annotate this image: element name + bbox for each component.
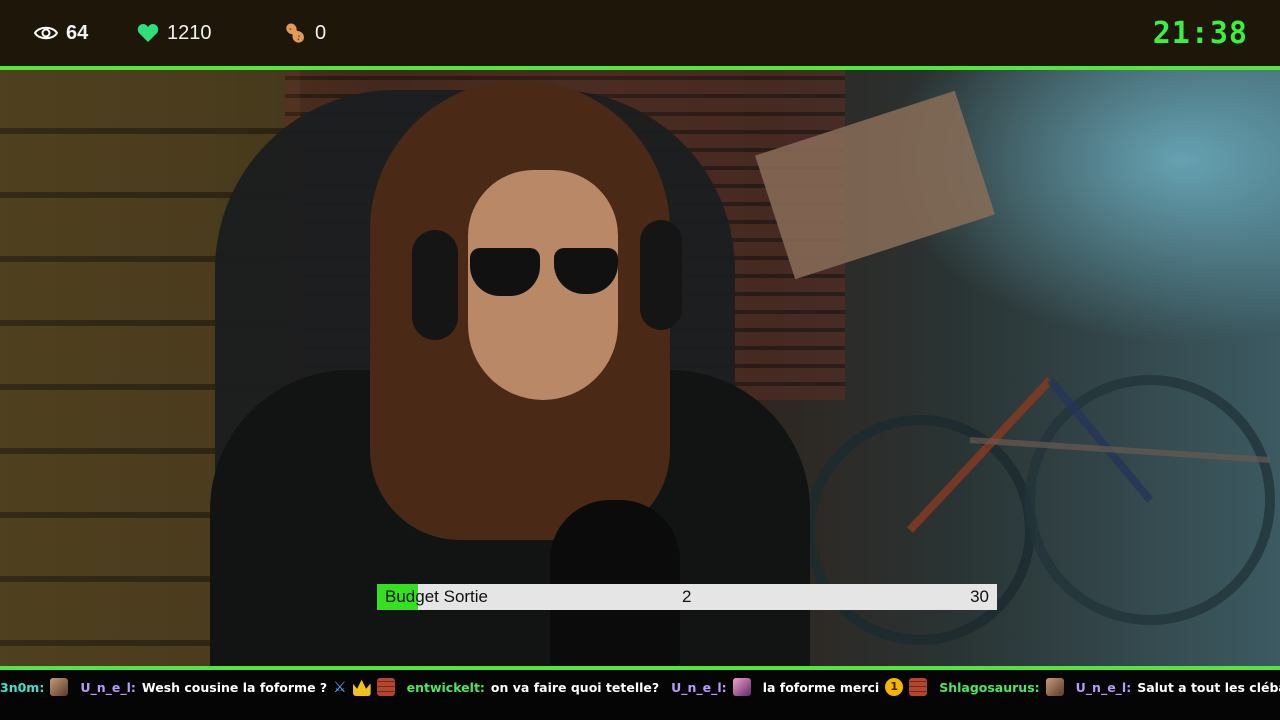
chat-text: la foforme merci — [762, 679, 880, 695]
headphone-right-cup — [640, 220, 682, 330]
goal-current-value: 2 — [682, 587, 692, 606]
chat-message: Shlagosaurus: — [939, 678, 1069, 696]
viewer-count-value: 64 — [66, 21, 89, 44]
chat-text: on va faire quoi tetelle? — [490, 679, 660, 695]
chat-ticker-track: 3n0m: U_n_e_l: Wesh cousine la foforme ? ⚔ e… — [0, 676, 1280, 698]
heart-icon — [137, 23, 159, 43]
peanut-icon — [283, 21, 307, 45]
brick-emote-icon — [909, 678, 928, 696]
coin-emote-icon: 1 — [885, 678, 904, 696]
chat-username: entwickelt: — [406, 679, 485, 695]
chat-username: U_n_e_l: — [671, 679, 727, 695]
webcam-video — [0, 70, 1280, 666]
stream-stats-bar: 64 1210 0 21:38 — [0, 0, 1280, 66]
chat-message: U_n_e_l: Wesh cousine la foforme ? ⚔ — [80, 678, 400, 696]
goal-label: Budget Sortie — [385, 587, 489, 606]
goal-target-value: 30 — [970, 587, 989, 606]
chat-text: Wesh cousine la foforme ? — [141, 679, 328, 695]
crown-emote-icon — [352, 679, 371, 696]
microphone — [550, 500, 680, 666]
face-emote-icon — [50, 678, 69, 696]
chat-username: U_n_e_l: — [1075, 679, 1132, 695]
sword-emote-icon: ⚔ — [333, 678, 347, 696]
pink-emote-icon — [732, 678, 751, 696]
chat-username: U_n_e_l: — [80, 679, 136, 695]
chat-text: Salut a tout les clébard aussi — [1137, 679, 1280, 695]
follower-count: 1210 — [137, 0, 212, 66]
sunglasses-left-lens — [470, 248, 540, 296]
viewer-count: 64 — [34, 0, 88, 66]
chat-message: U_n_e_l: — [671, 678, 757, 696]
follower-count-value: 1210 — [167, 21, 212, 44]
headphone-left-cup — [412, 230, 458, 340]
chat-username: Shlagosaurus: — [939, 679, 1040, 695]
chat-message: U_n_e_l: Salut a tout les clébard aussi — [1076, 678, 1280, 696]
clock: 21:38 — [1152, 15, 1248, 51]
face-emote-icon — [1045, 678, 1064, 696]
chat-message: entwickelt: on va faire quoi tetelle? — [407, 680, 666, 695]
budget-goal-bar: Budget Sortie 2 30 — [377, 584, 997, 610]
points-count-value: 0 — [315, 21, 327, 44]
chat-message: la foforme merci 1 — [763, 678, 934, 696]
chat-ticker: 3n0m: U_n_e_l: Wesh cousine la foforme ? ⚔ e… — [0, 670, 1280, 720]
chat-username: 3n0m: — [0, 679, 45, 695]
eye-icon — [34, 25, 58, 41]
points-count: 0 — [283, 0, 326, 66]
brick-emote-icon — [376, 678, 395, 696]
chat-message: 3n0m: — [0, 678, 74, 696]
